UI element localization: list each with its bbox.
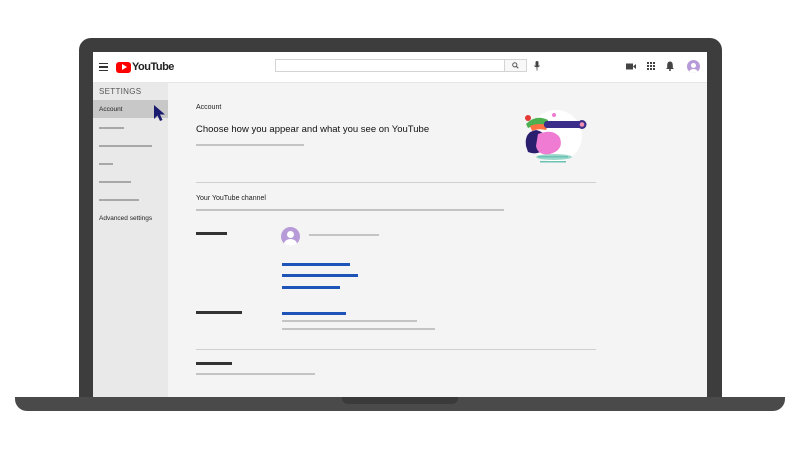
youtube-play-icon	[116, 61, 131, 73]
video-camera-icon[interactable]	[626, 63, 636, 70]
top-bar: YouTube	[93, 52, 707, 83]
channel-link[interactable]	[282, 312, 346, 315]
section-divider	[196, 182, 596, 183]
channel-link[interactable]	[282, 286, 340, 289]
sidebar-item-placeholder[interactable]	[99, 181, 131, 183]
settings-sidebar: SETTINGS Account Advanced settings	[93, 83, 168, 397]
binoculars-person-illustration	[525, 110, 587, 163]
sidebar-item-placeholder[interactable]	[99, 199, 139, 201]
row-label-placeholder	[196, 311, 242, 314]
section-divider	[196, 349, 596, 350]
avatar-icon[interactable]	[687, 60, 700, 73]
youtube-logo[interactable]: YouTube	[116, 61, 174, 73]
sidebar-title: SETTINGS	[99, 87, 142, 96]
screen: YouTube SETTINGS Account Advanced settin…	[93, 52, 707, 397]
channel-description-placeholder	[196, 209, 504, 211]
mouse-cursor-icon	[154, 105, 165, 121]
page-title: Choose how you appear and what you see o…	[196, 124, 430, 135]
sidebar-item-placeholder[interactable]	[99, 127, 124, 129]
subtitle-placeholder	[196, 144, 304, 146]
text-placeholder	[282, 328, 435, 330]
sidebar-item-account-label[interactable]: Account	[99, 106, 123, 113]
section-label: Account	[196, 104, 222, 111]
sidebar-item-placeholder[interactable]	[99, 145, 152, 147]
menu-icon[interactable]	[99, 63, 108, 72]
mic-icon[interactable]	[534, 61, 540, 71]
bell-icon[interactable]	[666, 61, 674, 71]
laptop-notch	[342, 397, 458, 404]
text-placeholder	[282, 320, 417, 322]
logo-text: YouTube	[132, 61, 174, 73]
channel-link[interactable]	[282, 274, 358, 277]
search-input[interactable]	[275, 59, 505, 72]
apps-grid-icon[interactable]	[647, 62, 655, 70]
text-placeholder	[196, 373, 315, 375]
row-label-placeholder	[196, 232, 227, 235]
row-label-placeholder	[196, 362, 232, 365]
channel-heading: Your YouTube channel	[196, 195, 266, 202]
search-icon	[512, 62, 519, 69]
channel-avatar	[281, 227, 300, 246]
sidebar-item-placeholder[interactable]	[99, 163, 113, 165]
channel-link[interactable]	[282, 263, 350, 266]
sidebar-item-advanced-settings[interactable]: Advanced settings	[99, 215, 152, 222]
search-button[interactable]	[505, 59, 527, 72]
channel-name-placeholder	[309, 234, 379, 236]
